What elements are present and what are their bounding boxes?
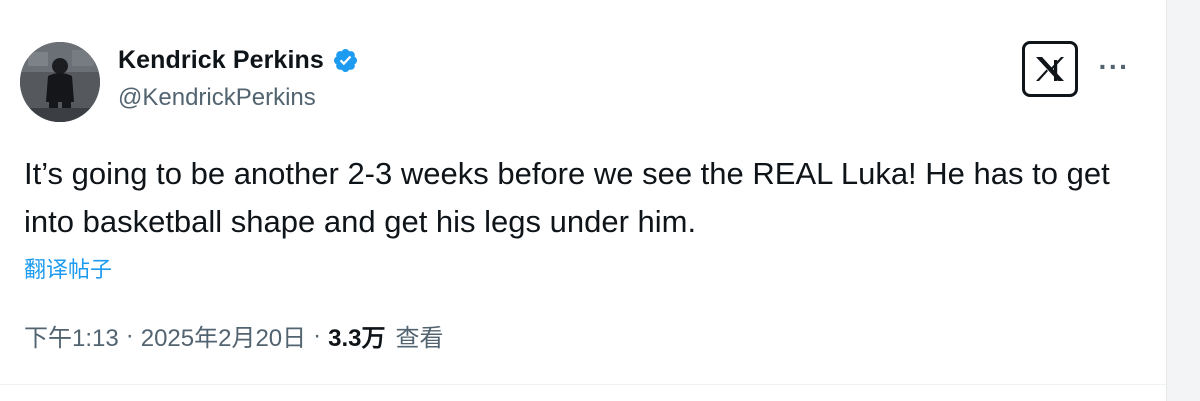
x-logo-icon xyxy=(1036,57,1064,81)
more-options-icon: ··· xyxy=(1098,51,1130,82)
divider xyxy=(0,384,1166,385)
tweet-text: It’s going to be another 2-3 weeks befor… xyxy=(24,156,1110,239)
author-display-name[interactable]: Kendrick Perkins xyxy=(118,46,324,75)
meta-separator: · xyxy=(313,321,322,349)
tweet-meta: 下午1:13 · 2025年2月20日 · 3.3万 查看 xyxy=(24,318,444,353)
verified-badge-icon xyxy=(333,48,357,72)
avatar[interactable] xyxy=(20,42,100,122)
author-handle[interactable]: @KendrickPerkins xyxy=(118,84,316,112)
author-name-row: Kendrick Perkins xyxy=(118,44,359,76)
translate-post-link[interactable]: 翻译帖子 xyxy=(24,252,112,284)
more-options-button[interactable]: ··· xyxy=(1094,51,1134,82)
views-label[interactable]: 查看 xyxy=(396,318,444,353)
scrollbar-track[interactable] xyxy=(1166,0,1200,401)
views-count: 3.3万 xyxy=(328,325,386,352)
tweet-date[interactable]: 2025年2月20日 xyxy=(141,318,306,353)
tweet-card: Kendrick Perkins @KendrickPerkins ··· It… xyxy=(0,0,1166,401)
tweet-time[interactable]: 下午1:13 xyxy=(24,318,119,353)
avatar-photo xyxy=(20,42,100,122)
x-logo-button[interactable] xyxy=(1022,41,1078,97)
meta-separator: · xyxy=(125,321,134,349)
